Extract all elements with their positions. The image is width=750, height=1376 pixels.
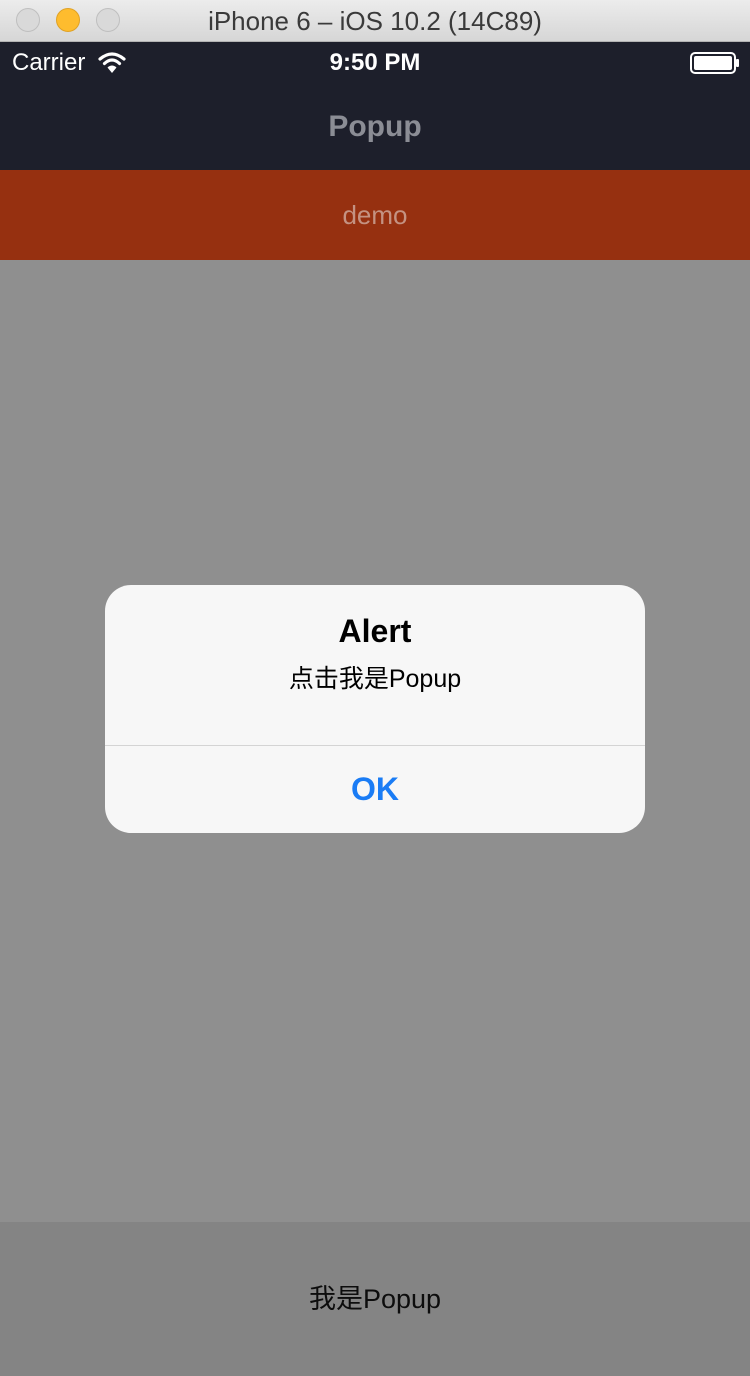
battery-icon bbox=[690, 52, 739, 74]
window-title: iPhone 6 – iOS 10.2 (14C89) bbox=[208, 6, 542, 36]
simulator-window: iPhone 6 – iOS 10.2 (14C89) Carrier 9:50… bbox=[0, 0, 750, 1376]
nav-title: Popup bbox=[328, 110, 422, 143]
alert-dialog: Alert 点击我是Popup OK bbox=[105, 585, 645, 833]
status-time: 9:50 PM bbox=[329, 49, 421, 76]
status-bar: Carrier 9:50 PM bbox=[0, 42, 750, 84]
navigation-bar: Popup bbox=[0, 84, 750, 170]
window-titlebar: iPhone 6 – iOS 10.2 (14C89) bbox=[0, 0, 750, 42]
alert-message: 点击我是Popup bbox=[288, 665, 462, 693]
popup-label: 我是Popup bbox=[308, 1284, 442, 1314]
demo-bar[interactable]: demo bbox=[0, 170, 750, 260]
alert-title: Alert bbox=[338, 613, 412, 649]
demo-label: demo bbox=[342, 200, 408, 230]
popup-bar[interactable]: 我是Popup bbox=[0, 1222, 750, 1376]
ok-button[interactable]: OK bbox=[105, 746, 645, 833]
